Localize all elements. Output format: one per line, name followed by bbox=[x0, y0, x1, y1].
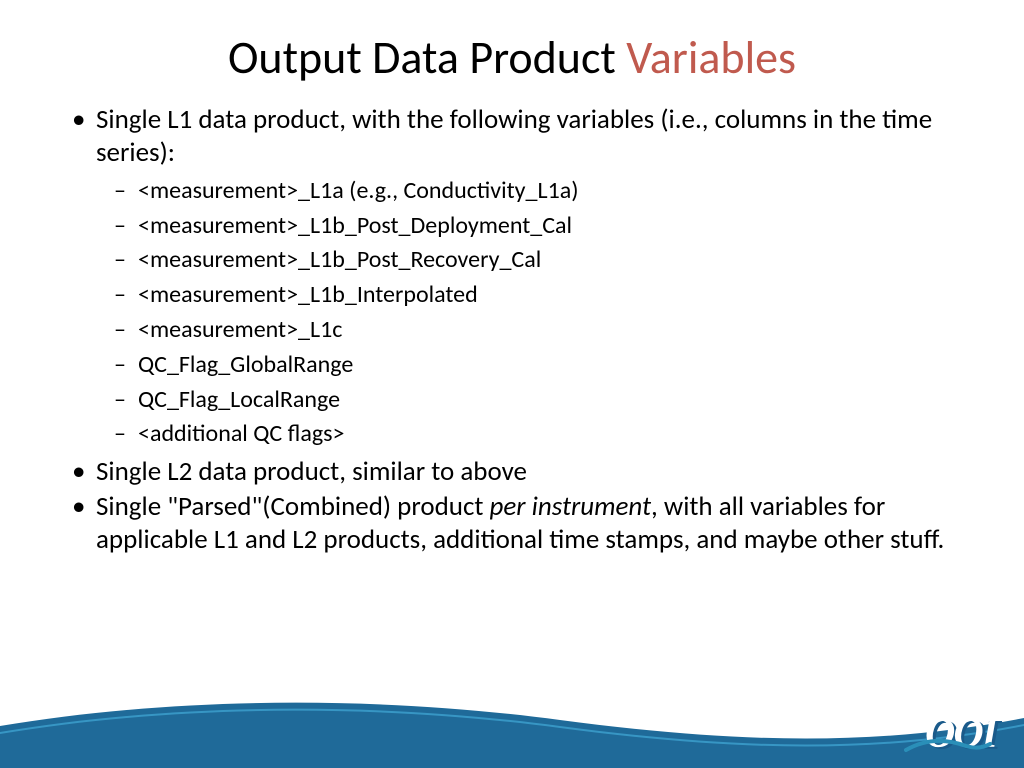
bullet-list: Single L1 data product, with the followi… bbox=[60, 104, 964, 557]
sub-bullet-6: QC_Flag_GlobalRange bbox=[138, 348, 964, 383]
title-main: Output Data Product bbox=[228, 30, 626, 86]
bullet-1-text: Single L1 data product, with the followi… bbox=[96, 103, 932, 169]
sub-bullet-3: <measurement>_L1b_Post_Recovery_Cal bbox=[138, 243, 964, 278]
bullet-3-em: per instrument bbox=[490, 490, 652, 523]
sub-bullet-7: QC_Flag_LocalRange bbox=[138, 383, 964, 418]
logo-swoosh-icon bbox=[904, 736, 994, 754]
sub-bullet-5: <measurement>_L1c bbox=[138, 313, 964, 348]
sub-bullet-4: <measurement>_L1b_Interpolated bbox=[138, 278, 964, 313]
sub-bullet-1: <measurement>_L1a (e.g., Conductivity_L1… bbox=[138, 174, 964, 209]
slide: Output Data Product Variables Single L1 … bbox=[0, 0, 1024, 768]
bullet-1: Single L1 data product, with the followi… bbox=[96, 104, 964, 452]
bullet-3-pre: Single "Parsed"(Combined) product bbox=[96, 490, 490, 523]
bullet-3: Single "Parsed"(Combined) product per in… bbox=[96, 491, 964, 557]
slide-title: Output Data Product Variables bbox=[60, 30, 964, 86]
sub-bullet-8: <additional QC flags> bbox=[138, 417, 964, 452]
sub-bullet-2: <measurement>_L1b_Post_Deployment_Cal bbox=[138, 209, 964, 244]
bullet-2: Single L2 data product, similar to above bbox=[96, 456, 964, 489]
title-accent: Variables bbox=[626, 30, 796, 86]
sub-bullet-list: <measurement>_L1a (e.g., Conductivity_L1… bbox=[96, 174, 964, 452]
